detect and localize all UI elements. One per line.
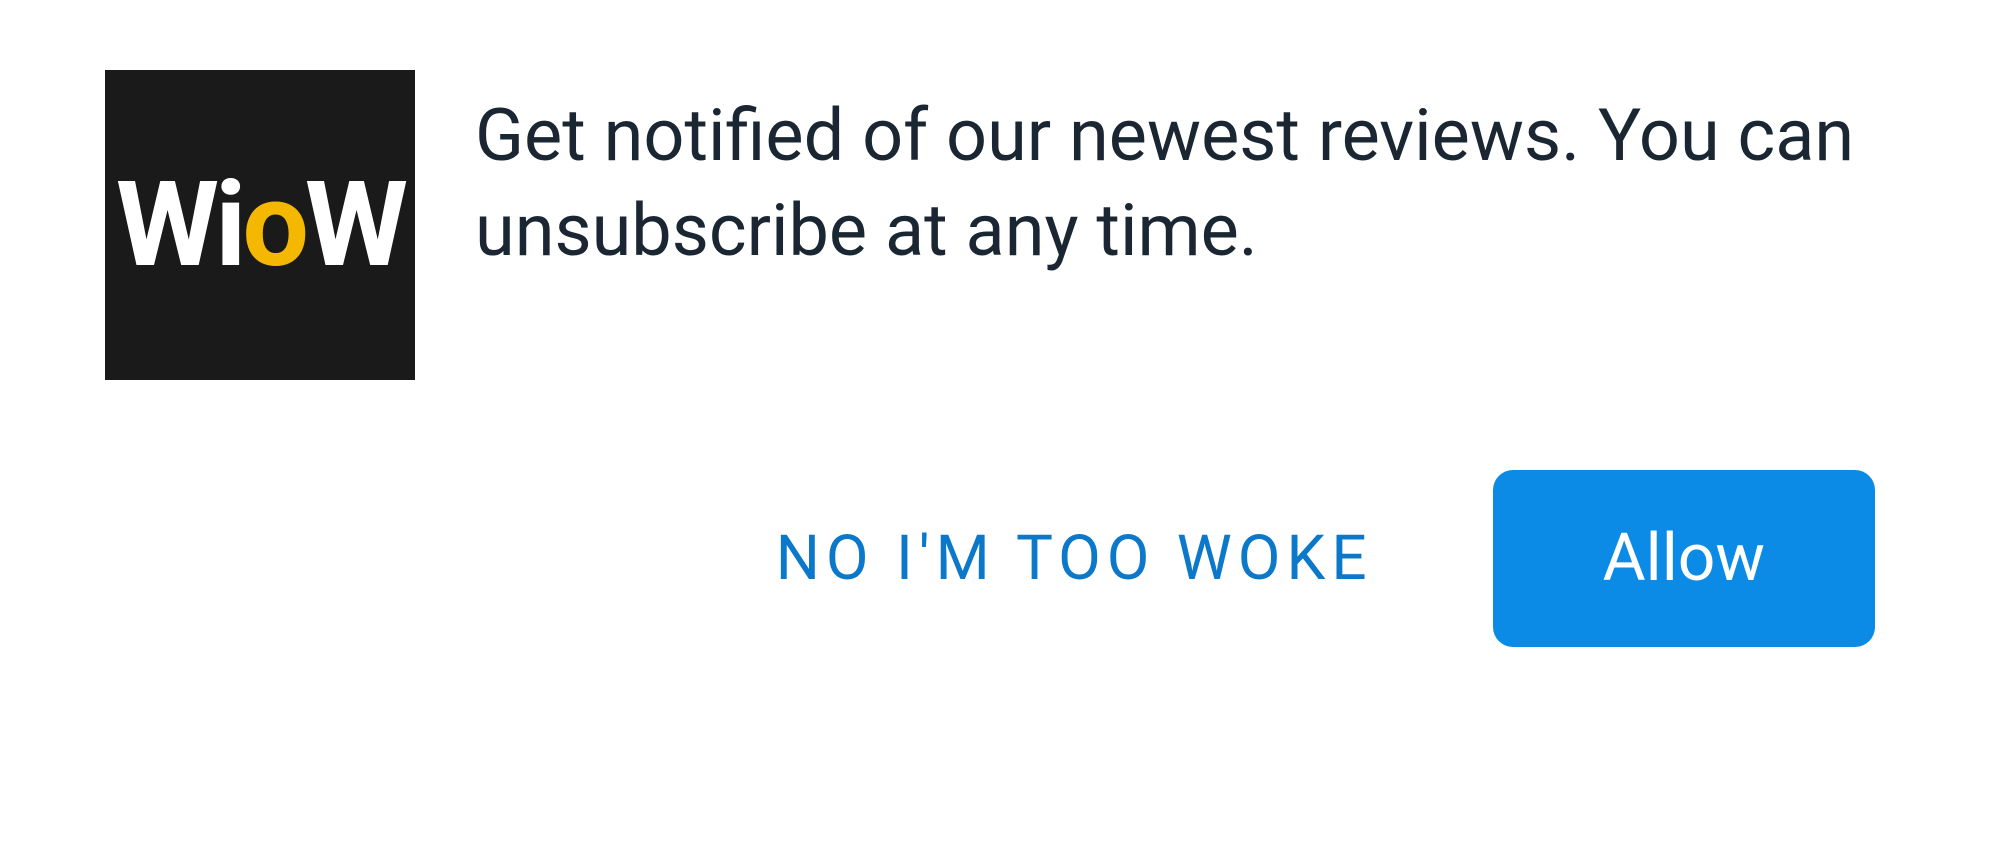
site-logo: WioW [105, 70, 415, 380]
logo-letter-w: W [116, 166, 215, 284]
prompt-actions: NO I'M TOO WOKE Allow [105, 470, 1895, 647]
logo-letter-w2: W [305, 166, 404, 284]
prompt-header-row: WioW Get notified of our newest reviews.… [105, 70, 1895, 380]
logo-text: WioW [116, 166, 404, 284]
notification-permission-prompt: WioW Get notified of our newest reviews.… [105, 70, 1895, 647]
prompt-message: Get notified of our newest reviews. You … [475, 70, 1895, 278]
allow-button[interactable]: Allow [1493, 470, 1875, 647]
logo-letter-i: i [215, 166, 242, 284]
deny-button[interactable]: NO I'M TOO WOKE [776, 522, 1373, 595]
logo-letter-o: o [242, 166, 305, 284]
